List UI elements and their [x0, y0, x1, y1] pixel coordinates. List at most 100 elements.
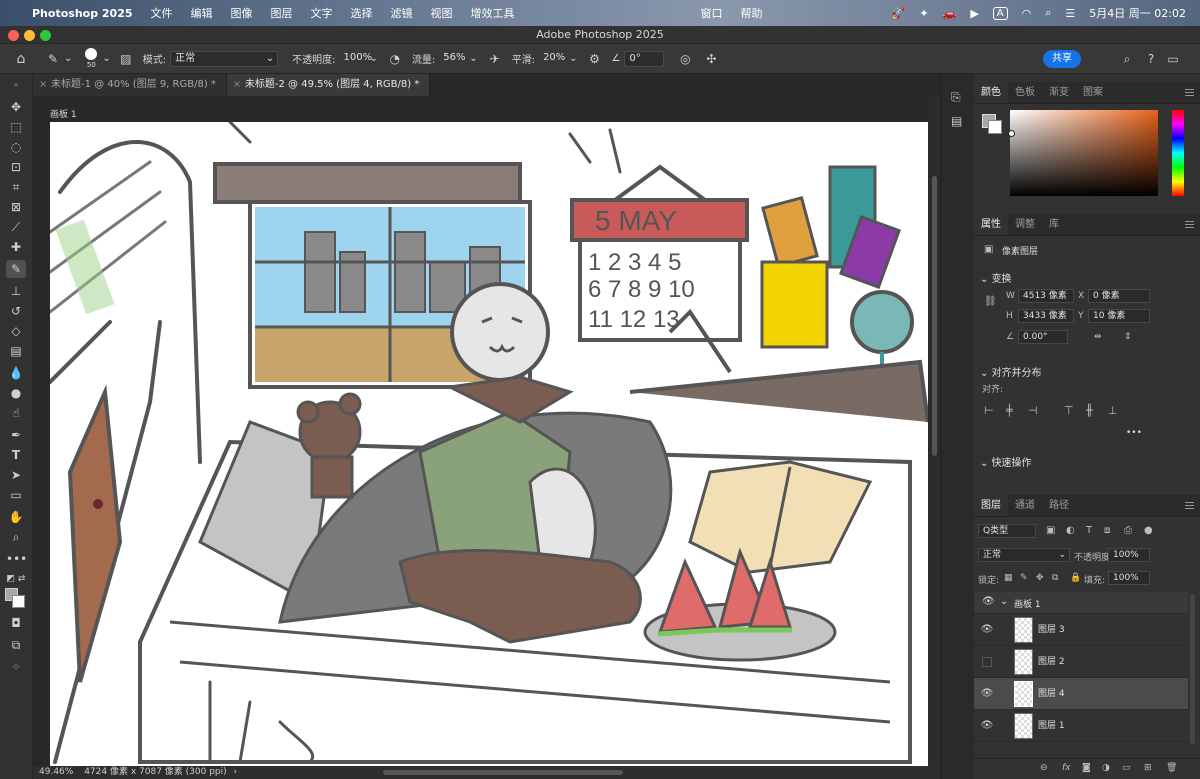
panel-menu-icon[interactable]	[1185, 221, 1194, 228]
tab-patterns[interactable]: 图案	[1076, 82, 1110, 103]
eye-icon[interactable]: 👁	[980, 719, 994, 733]
object-select-tool-icon[interactable]: ⊡	[6, 158, 26, 176]
healing-brush-tool-icon[interactable]: ✚	[6, 238, 26, 256]
wifi-icon[interactable]: ◠	[1022, 7, 1032, 20]
quick-actions-section[interactable]: ⌄ 快速操作	[980, 454, 1032, 469]
scrollbar-thumb[interactable]	[932, 176, 937, 456]
link-dimensions-icon[interactable]: ⛓	[984, 296, 997, 307]
tab-layers[interactable]: 图层	[974, 495, 1008, 516]
filter-toggle-icon[interactable]: ●	[1144, 525, 1153, 536]
tab-document-1[interactable]: × 未标题-1 @ 40% (图层 9, RGB/8) *	[33, 74, 227, 96]
align-bottom-edges-icon[interactable]: ⊥	[1108, 404, 1118, 417]
path-select-tool-icon[interactable]: ➤	[6, 466, 26, 484]
rocket-icon[interactable]: 🚀	[892, 7, 906, 20]
tab-document-2[interactable]: × 未标题-2 @ 49.5% (图层 4, RGB/8) *	[226, 74, 431, 96]
tab-swatches[interactable]: 色板	[1008, 82, 1042, 103]
lock-artboard-icon[interactable]: ⧉	[1052, 573, 1058, 583]
eye-hidden-icon[interactable]	[982, 657, 992, 667]
menu-window[interactable]: 窗口	[701, 5, 723, 21]
height-input[interactable]: 3433 像素	[1018, 309, 1074, 323]
brush-angle-input[interactable]: 0°	[624, 50, 665, 67]
delete-layer-icon[interactable]: 🗑	[1166, 763, 1177, 773]
brush-tool-preset-icon[interactable]: ✎	[44, 50, 62, 68]
workspace-icon[interactable]: ▭	[1164, 50, 1182, 68]
smoothing-chevron-icon[interactable]: ⌄	[569, 53, 577, 64]
default-colors-icon[interactable]: ◩ ⇄	[6, 570, 26, 588]
align-right-edges-icon[interactable]: ⊣	[1028, 404, 1038, 417]
layer-row[interactable]: 👁 图层 1	[974, 710, 1188, 742]
blend-mode-select[interactable]: 正常 ⌄	[978, 548, 1070, 562]
lock-all-icon[interactable]: 🔒	[1070, 573, 1081, 583]
lasso-tool-icon[interactable]: ◌	[6, 138, 26, 156]
share-button[interactable]: 共享	[1043, 50, 1081, 68]
flip-vertical-icon[interactable]: ⇕	[1124, 332, 1132, 342]
toolbar-collapse-icon[interactable]: »	[6, 76, 26, 94]
brush-settings-panel-icon[interactable]: ▨	[117, 50, 135, 68]
tab-properties[interactable]: 属性	[974, 214, 1008, 235]
panel-menu-icon[interactable]	[1185, 89, 1194, 96]
opacity-chevron-icon[interactable]: ⌄	[370, 53, 378, 64]
search-icon[interactable]: ⌕	[1118, 50, 1136, 68]
clone-stamp-tool-icon[interactable]: ⊥	[6, 282, 26, 300]
panel-menu-icon[interactable]	[1185, 502, 1194, 509]
layer-opacity-input[interactable]: 100%	[1108, 548, 1150, 562]
hue-slider[interactable]	[1172, 110, 1184, 196]
type-tool-icon[interactable]: T	[6, 446, 26, 464]
group-chevron-icon[interactable]: ⌄	[1000, 596, 1008, 607]
document-info[interactable]: 4724 像素 x 7087 像素 (300 ppi)	[84, 767, 226, 777]
eyedropper-tool-icon[interactable]: ⟋	[6, 218, 26, 236]
pressure-opacity-icon[interactable]: ◔	[386, 50, 404, 68]
brush-tool-icon[interactable]: ✎	[6, 260, 26, 278]
layer-row[interactable]: 👁 图层 3	[974, 614, 1188, 646]
close-window-icon[interactable]	[8, 30, 19, 41]
menubar-clock[interactable]: 5月4日 周一 02:02	[1089, 5, 1186, 21]
generative-icon[interactable]: ✧	[6, 658, 26, 676]
menu-help[interactable]: 帮助	[741, 5, 763, 21]
flow-input[interactable]: 56%	[439, 51, 469, 67]
menu-image[interactable]: 图像	[231, 5, 253, 21]
filter-adjustment-icon[interactable]: ◐	[1066, 525, 1075, 536]
fill-input[interactable]: 100%	[1108, 571, 1150, 585]
flip-horizontal-icon[interactable]: ⇹	[1094, 332, 1102, 342]
opacity-input[interactable]: 100%	[340, 51, 373, 67]
eye-icon[interactable]: 👁	[980, 687, 994, 701]
zoom-window-icon[interactable]	[40, 30, 51, 41]
adjustment-layer-icon[interactable]: ◑	[1102, 763, 1110, 773]
artboard-label[interactable]: 画板 1	[50, 107, 77, 120]
airbrush-icon[interactable]: ✈	[486, 50, 504, 68]
app-menu[interactable]: Photoshop 2025	[32, 7, 133, 20]
sparkle-icon[interactable]: ✦	[919, 7, 928, 20]
zoom-level[interactable]: 49.46%	[39, 767, 73, 777]
move-tool-icon[interactable]: ✥	[6, 98, 26, 116]
zoom-tool-icon[interactable]: ⌕	[6, 528, 26, 546]
new-group-icon[interactable]: ▭	[1122, 763, 1131, 773]
tool-preset-chevron-icon[interactable]: ⌄	[64, 53, 72, 64]
menu-type[interactable]: 文字	[311, 5, 333, 21]
lock-transparent-icon[interactable]: ▦	[1004, 573, 1013, 583]
layers-scrollbar[interactable]	[1190, 594, 1195, 744]
lock-image-icon[interactable]: ✎	[1020, 573, 1028, 583]
align-left-edges-icon[interactable]: ⊢	[984, 404, 994, 417]
layer-row[interactable]: 👁 图层 4	[974, 678, 1188, 710]
align-section[interactable]: ⌄ 对齐并分布	[980, 364, 1042, 379]
dodge-tool-icon[interactable]: ●	[6, 384, 26, 402]
menu-select[interactable]: 选择	[351, 5, 373, 21]
menu-filter[interactable]: 滤镜	[391, 5, 413, 21]
pressure-size-icon[interactable]: ◎	[676, 50, 694, 68]
history-panel-icon[interactable]: ⎘	[951, 90, 961, 105]
gear-icon[interactable]: ⚙	[585, 50, 603, 68]
blur-tool-icon[interactable]: 💧	[6, 364, 26, 382]
home-icon[interactable]: ⌂	[12, 50, 30, 68]
symmetry-butterfly-icon[interactable]: ✣	[702, 50, 720, 68]
edit-toolbar-icon[interactable]: •••	[6, 550, 27, 568]
gradient-tool-icon[interactable]: ▤	[6, 342, 26, 360]
color-picker-field[interactable]	[1010, 110, 1158, 196]
layer-style-icon[interactable]: fx	[1062, 763, 1071, 773]
status-chevron-icon[interactable]: ›	[234, 767, 238, 777]
frame-tool-icon[interactable]: ⊠	[6, 198, 26, 216]
more-options-button[interactable]: •••	[1126, 428, 1142, 438]
new-layer-icon[interactable]: ⊞	[1144, 763, 1152, 773]
close-tab-icon[interactable]: ×	[233, 74, 241, 96]
transform-section[interactable]: ⌄ 变换	[980, 270, 1012, 285]
comments-panel-icon[interactable]: ▤	[951, 114, 962, 128]
